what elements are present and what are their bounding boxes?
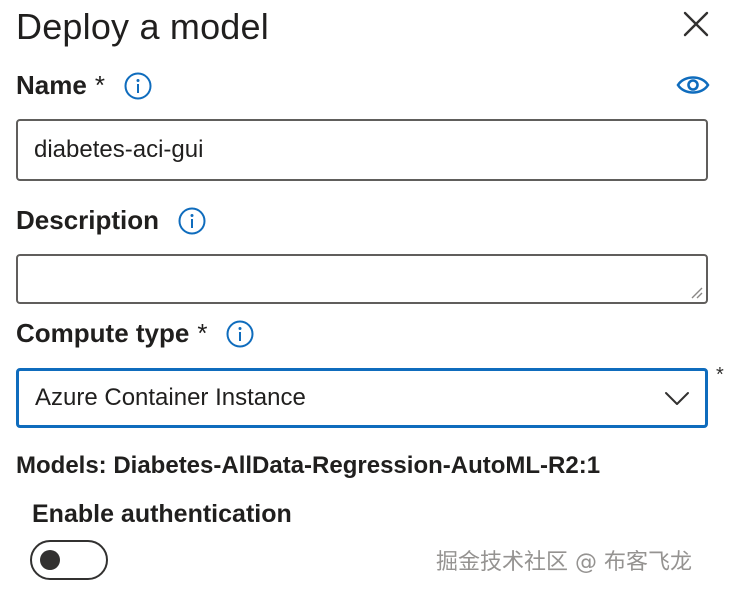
description-label-row: Description bbox=[16, 205, 207, 236]
eye-icon bbox=[676, 76, 710, 94]
close-button[interactable] bbox=[680, 8, 712, 40]
toggle-knob bbox=[40, 550, 60, 570]
models-summary: Models: Diabetes-AllData-Regression-Auto… bbox=[16, 452, 601, 479]
enable-authentication-toggle[interactable] bbox=[30, 540, 108, 580]
compute-type-outer-required-mark: * bbox=[716, 364, 724, 386]
chevron-down-icon bbox=[665, 392, 689, 405]
info-icon bbox=[178, 207, 206, 234]
name-required-mark: * bbox=[94, 70, 105, 100]
compute-type-required-mark: * bbox=[197, 318, 208, 348]
watermark-text: 掘金技术社区 @ 布客飞龙 bbox=[436, 550, 692, 575]
compute-type-label: Compute type bbox=[16, 318, 190, 348]
name-label: Name bbox=[16, 70, 87, 100]
deploy-model-panel: Deploy a model Name * Description bbox=[0, 0, 738, 592]
dialog-title: Deploy a model bbox=[16, 6, 269, 47]
compute-type-dropdown[interactable]: Azure Container Instance bbox=[16, 368, 708, 428]
compute-type-selected-value: Azure Container Instance bbox=[35, 384, 306, 411]
info-icon bbox=[124, 72, 152, 99]
description-label: Description bbox=[16, 205, 160, 235]
compute-type-label-row: Compute type * bbox=[16, 318, 255, 349]
show-details-button[interactable] bbox=[676, 72, 710, 98]
info-icon bbox=[226, 320, 254, 347]
name-input[interactable] bbox=[18, 121, 706, 179]
description-info-button[interactable] bbox=[177, 206, 207, 236]
resize-grip-icon[interactable] bbox=[689, 285, 703, 299]
description-textarea[interactable] bbox=[18, 256, 706, 302]
name-field[interactable] bbox=[16, 119, 708, 181]
compute-type-info-button[interactable] bbox=[225, 319, 255, 349]
description-field[interactable] bbox=[16, 254, 708, 304]
close-icon bbox=[683, 11, 709, 37]
enable-authentication-label: Enable authentication bbox=[32, 500, 292, 528]
name-info-button[interactable] bbox=[123, 71, 153, 101]
name-label-row: Name * bbox=[16, 70, 153, 101]
